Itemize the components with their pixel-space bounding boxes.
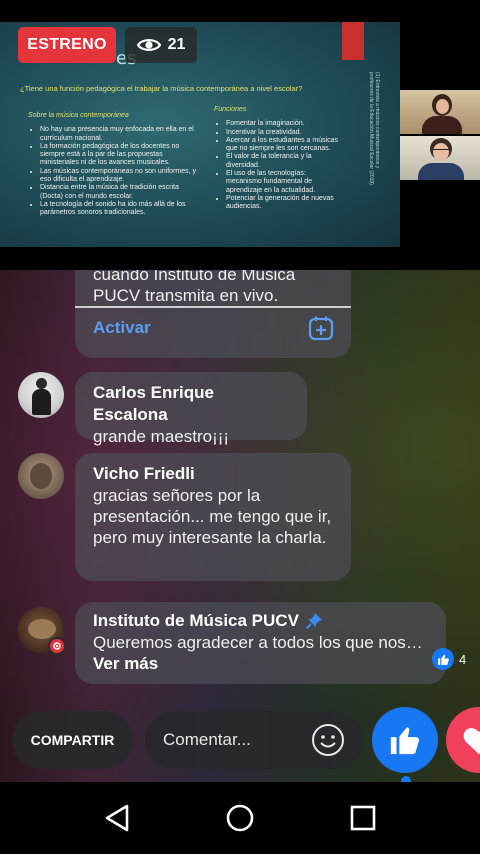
see-more-link[interactable]: Ver más (93, 654, 158, 673)
comment-input[interactable]: Comentar... (145, 711, 363, 769)
slide-question: ¿Tiene una función pedagógica el trabaja… (20, 84, 303, 93)
participant-camera-1 (400, 90, 480, 134)
thumbs-up-icon (432, 648, 454, 670)
home-button[interactable] (220, 798, 260, 838)
comment: Carlos Enrique Escalona grande maestro¡¡… (75, 372, 307, 446)
comment: Instituto de Música PUCV Queremos agrade… (75, 602, 446, 684)
recents-square-icon (350, 805, 375, 831)
participant-camera-2 (400, 136, 480, 180)
reaction-count: 4 (459, 651, 467, 667)
avatar[interactable] (18, 372, 64, 418)
slide-right-column: Funciones Fomentar la imaginación. Incen… (214, 106, 342, 212)
back-triangle-icon (106, 804, 129, 832)
comment: Vicho Friedli gracias señores por la pre… (75, 453, 351, 581)
slide-right-item: Incentivar la creatividad. (226, 129, 342, 137)
slide-right-item: Acercar a los estudiantes a músicas que … (226, 137, 342, 154)
eye-icon (136, 39, 161, 51)
slide-right-item: El valor de la tolerancia y la diversida… (226, 153, 342, 170)
live-indicator-icon (48, 637, 66, 655)
notification-prompt-text: cuando Instituto de Música PUCV transmit… (93, 270, 296, 305)
comment-text: Queremos agradecer a todos los que nos… … (93, 633, 423, 673)
video-player[interactable]: es ¿Tiene una función pedagógica el trab… (0, 0, 480, 270)
slide-right-item: Potenciar la generación de nuevas audien… (226, 195, 342, 212)
pin-icon (305, 613, 322, 630)
home-circle-icon (226, 804, 254, 832)
slide-left-item: Las músicas contemporáneas no son unifor… (40, 168, 198, 185)
premiere-badge: ESTRENO (18, 27, 116, 63)
activate-button[interactable]: Activar (93, 318, 151, 338)
comment-placeholder: Comentar... (163, 730, 251, 749)
comments-panel[interactable]: cuando Instituto de Música PUCV transmit… (0, 270, 480, 782)
slide-right-item: Fomentar la imaginación. (226, 120, 342, 128)
slide-left-column: Sobre la música contemporánea No hay una… (28, 112, 198, 218)
smiley-icon[interactable] (311, 723, 345, 757)
avatar[interactable] (18, 607, 66, 655)
divider (75, 306, 351, 308)
heart-icon (463, 728, 480, 755)
slide-left-item: La formación pedagógica de los docentes … (40, 143, 198, 168)
comment-text: grande maestro¡¡¡ (93, 427, 230, 446)
slide-left-item: La tecnología del sonido ha ido más allá… (40, 201, 198, 218)
recents-button[interactable] (343, 798, 383, 838)
slide-right-item: El uso de las tecnologías: mecanismo fun… (226, 170, 342, 195)
system-navigation-bar (0, 782, 480, 854)
comment-author[interactable]: Instituto de Música PUCV (93, 610, 299, 632)
viewer-count-badge: 21 (125, 27, 197, 63)
love-reaction-button[interactable] (446, 707, 480, 773)
slide-left-item: Distancia entre la música de tradición e… (40, 184, 198, 201)
slide-accent-block (342, 22, 364, 60)
comment-text: gracias señores por la presentación... m… (93, 486, 332, 547)
share-button[interactable]: COMPARTIR (12, 711, 133, 769)
thumbs-up-icon (390, 727, 419, 755)
add-to-calendar-icon[interactable] (307, 314, 335, 342)
comment-author[interactable]: Carlos Enrique Escalona (93, 382, 289, 426)
reaction-indicator-dot (401, 776, 411, 782)
slide-vertical-note: (1) Entrevista a músicos contemporáneos … (368, 72, 380, 185)
slide-left-item: No hay una presencia muy enfocada en ell… (40, 126, 198, 143)
comment-reactions[interactable]: 4 (432, 648, 466, 670)
notification-prompt: cuando Instituto de Música PUCV transmit… (75, 270, 351, 358)
avatar[interactable] (18, 453, 64, 499)
comment-author[interactable]: Vicho Friedli (93, 463, 333, 485)
slide-left-heading: Sobre la música contemporánea (28, 112, 129, 119)
slide-right-heading: Funciones (214, 106, 247, 113)
viewer-count: 21 (167, 36, 186, 53)
back-button[interactable] (97, 798, 137, 838)
like-reaction-button[interactable] (372, 707, 438, 773)
